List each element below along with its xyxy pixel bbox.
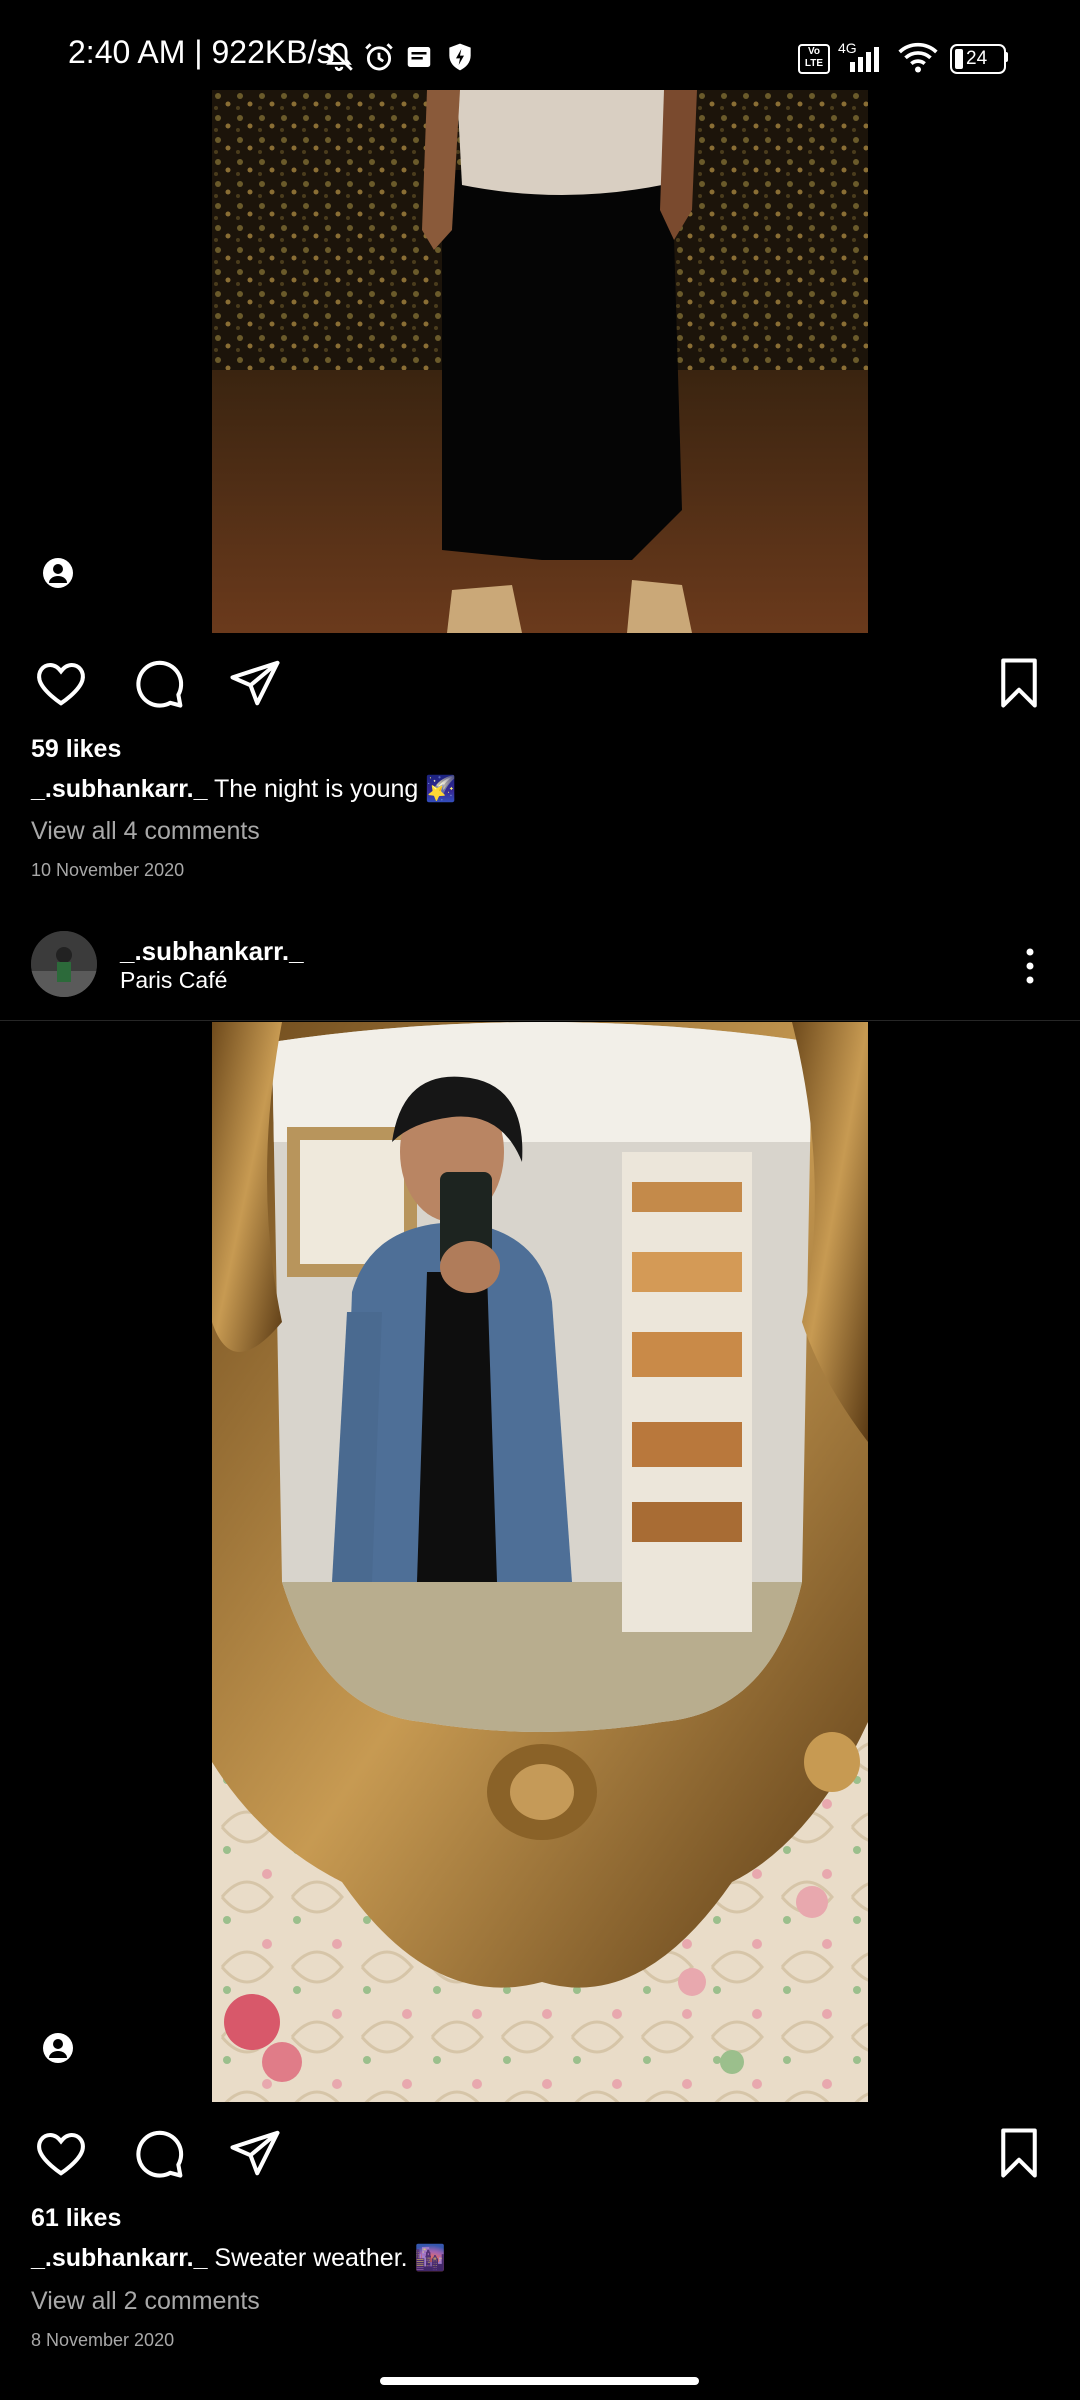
post2-username[interactable]: _.subhankarr._ — [120, 936, 304, 967]
shield-icon — [449, 43, 471, 71]
comment-icon[interactable] — [132, 656, 186, 710]
post1-likes[interactable]: 59 likes — [31, 735, 121, 764]
home-indicator[interactable] — [380, 2377, 699, 2385]
post1-date: 10 November 2020 — [31, 860, 185, 880]
heart-icon[interactable] — [34, 2126, 88, 2180]
notification-icon — [407, 47, 431, 67]
mute-bell-icon — [325, 42, 353, 72]
post2-caption-text: Sweater weather. 🌆 — [207, 2244, 446, 2272]
post2-caption: _.subhankarr._ Sweater weather. 🌆 — [31, 2244, 446, 2273]
post1-caption-text: The night is young 🌠 — [207, 775, 457, 803]
send-icon[interactable] — [228, 2126, 282, 2180]
post2-likes[interactable]: 61 likes — [31, 2204, 121, 2233]
status-bar: 2:40 AM | 922KB/s Vo LTE 4G 24 — [0, 0, 1080, 90]
heart-icon[interactable] — [34, 656, 88, 710]
send-icon[interactable] — [228, 656, 282, 710]
user-tag-icon[interactable] — [43, 558, 73, 588]
more-vertical-icon[interactable] — [1012, 946, 1048, 986]
avatar[interactable] — [31, 931, 97, 997]
post2-caption-username[interactable]: _.subhankarr._ — [31, 2244, 207, 2272]
post1-caption: _.subhankarr._ The night is young 🌠 — [31, 775, 456, 804]
post2-date: 8 November 2020 — [31, 2330, 175, 2350]
battery-icon: 24 — [950, 44, 1006, 74]
post1-caption-username[interactable]: _.subhankarr._ — [31, 775, 207, 803]
volte-icon: Vo LTE — [798, 44, 830, 74]
wifi-icon — [898, 42, 938, 73]
post2-location[interactable]: Paris Café — [120, 967, 227, 994]
post2-photo[interactable] — [212, 1022, 868, 2102]
signal-icon — [850, 47, 879, 72]
battery-level: 24 — [966, 48, 988, 69]
post1-photo[interactable] — [212, 90, 868, 633]
user-tag-icon[interactable] — [43, 2033, 73, 2063]
post1-view-comments[interactable]: View all 4 comments — [31, 817, 260, 846]
status-time: 2:40 AM | 922KB/s — [68, 34, 333, 70]
bookmark-icon[interactable] — [992, 2126, 1046, 2180]
post2-view-comments[interactable]: View all 2 comments — [31, 2287, 260, 2316]
bookmark-icon[interactable] — [992, 656, 1046, 710]
comment-icon[interactable] — [132, 2126, 186, 2180]
alarm-icon — [365, 43, 393, 71]
